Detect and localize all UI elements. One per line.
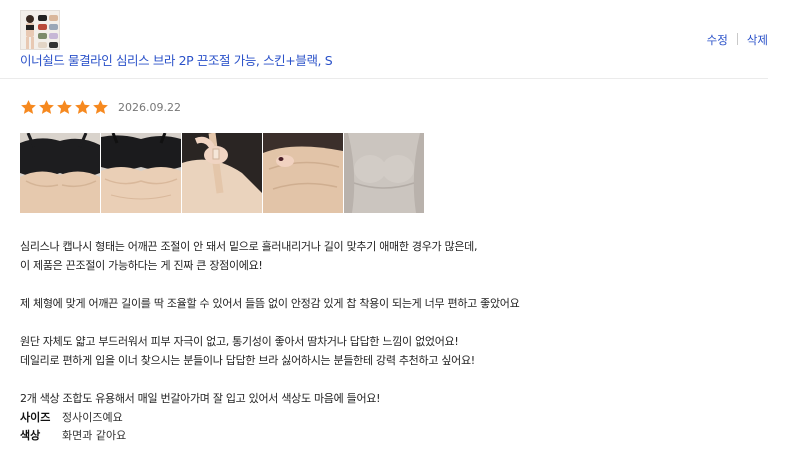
review-photo-1[interactable] <box>20 133 100 213</box>
review-date: 2026.09.22 <box>118 100 181 114</box>
review-text-line: 심리스나 캡나시 형태는 어깨끈 조절이 안 돼서 밑으로 흘러내리거나 길이 … <box>20 240 478 253</box>
star-icon <box>21 99 36 114</box>
review-text-line: 2개 색상 조합도 유용해서 매일 번갈아가며 잘 입고 있어서 색상도 마음에… <box>20 392 381 405</box>
rating-row: 2026.09.22 <box>20 97 181 117</box>
review-photo-2[interactable] <box>101 133 181 213</box>
attribute-key: 색상 <box>20 429 41 442</box>
product-header: 이너쉴드 물결라인 심리스 브라 2P 끈조절 가능, 스킨+블랙, S 수정 삭… <box>20 10 768 78</box>
bra-pair-photo <box>20 133 100 213</box>
attribute-row: 색상 화면과 같아요 <box>20 427 126 445</box>
star-icon <box>75 99 90 114</box>
review-attributes: 사이즈 정사이즈예요색상 화면과 같아요 <box>20 409 126 445</box>
product-name-link[interactable]: 이너쉴드 물결라인 심리스 브라 2P 끈조절 가능, 스킨+블랙, S <box>20 50 333 69</box>
attribute-row: 사이즈 정사이즈예요 <box>20 409 126 427</box>
actions-divider <box>736 33 738 45</box>
review-body: 심리스나 캡나시 형태는 어깨끈 조절이 안 돼서 밑으로 흘러내리거나 길이 … <box>20 237 760 408</box>
star-icon <box>93 99 108 114</box>
strap-adjuster-photo <box>182 133 262 213</box>
fabric-texture-photo <box>263 133 343 213</box>
delete-button[interactable]: 삭제 <box>747 33 768 47</box>
review-photo-4[interactable] <box>263 133 343 213</box>
review-text-line: 원단 자체도 얇고 부드러워서 피부 자극이 없고, 통기성이 좋아서 땀차거나… <box>20 335 459 348</box>
review-text-line: 이 제품은 끈조절이 가능하다는 게 진짜 큰 장점이에요! <box>20 259 263 272</box>
review-text-line: 데일리로 편하게 입을 이너 찾으시는 분들이나 답답한 브라 싫어하시는 분들… <box>20 354 475 367</box>
review-photo-3[interactable] <box>182 133 262 213</box>
review-text-line: 제 체형에 맞게 어깨끈 길이를 딱 조율할 수 있어서 들뜸 없이 안정감 있… <box>20 297 520 310</box>
review-actions: 수정 삭제 <box>707 32 768 48</box>
worn-fit-photo <box>344 133 424 213</box>
review-card: 이너쉴드 물결라인 심리스 브라 2P 끈조절 가능, 스킨+블랙, S 수정 삭… <box>0 0 786 456</box>
review-photo-5[interactable] <box>344 133 424 213</box>
header-divider <box>0 78 768 79</box>
review-photos <box>20 133 424 213</box>
edit-button[interactable]: 수정 <box>707 33 728 47</box>
product-thumbnail-image <box>21 11 59 49</box>
star-rating <box>20 99 109 116</box>
product-thumbnail[interactable] <box>20 10 60 50</box>
bra-stack-photo <box>101 133 181 213</box>
attribute-key: 사이즈 <box>20 411 51 424</box>
star-icon <box>39 99 54 114</box>
star-icon <box>57 99 72 114</box>
attribute-value: 정사이즈예요 <box>62 411 123 424</box>
attribute-value: 화면과 같아요 <box>62 429 127 442</box>
